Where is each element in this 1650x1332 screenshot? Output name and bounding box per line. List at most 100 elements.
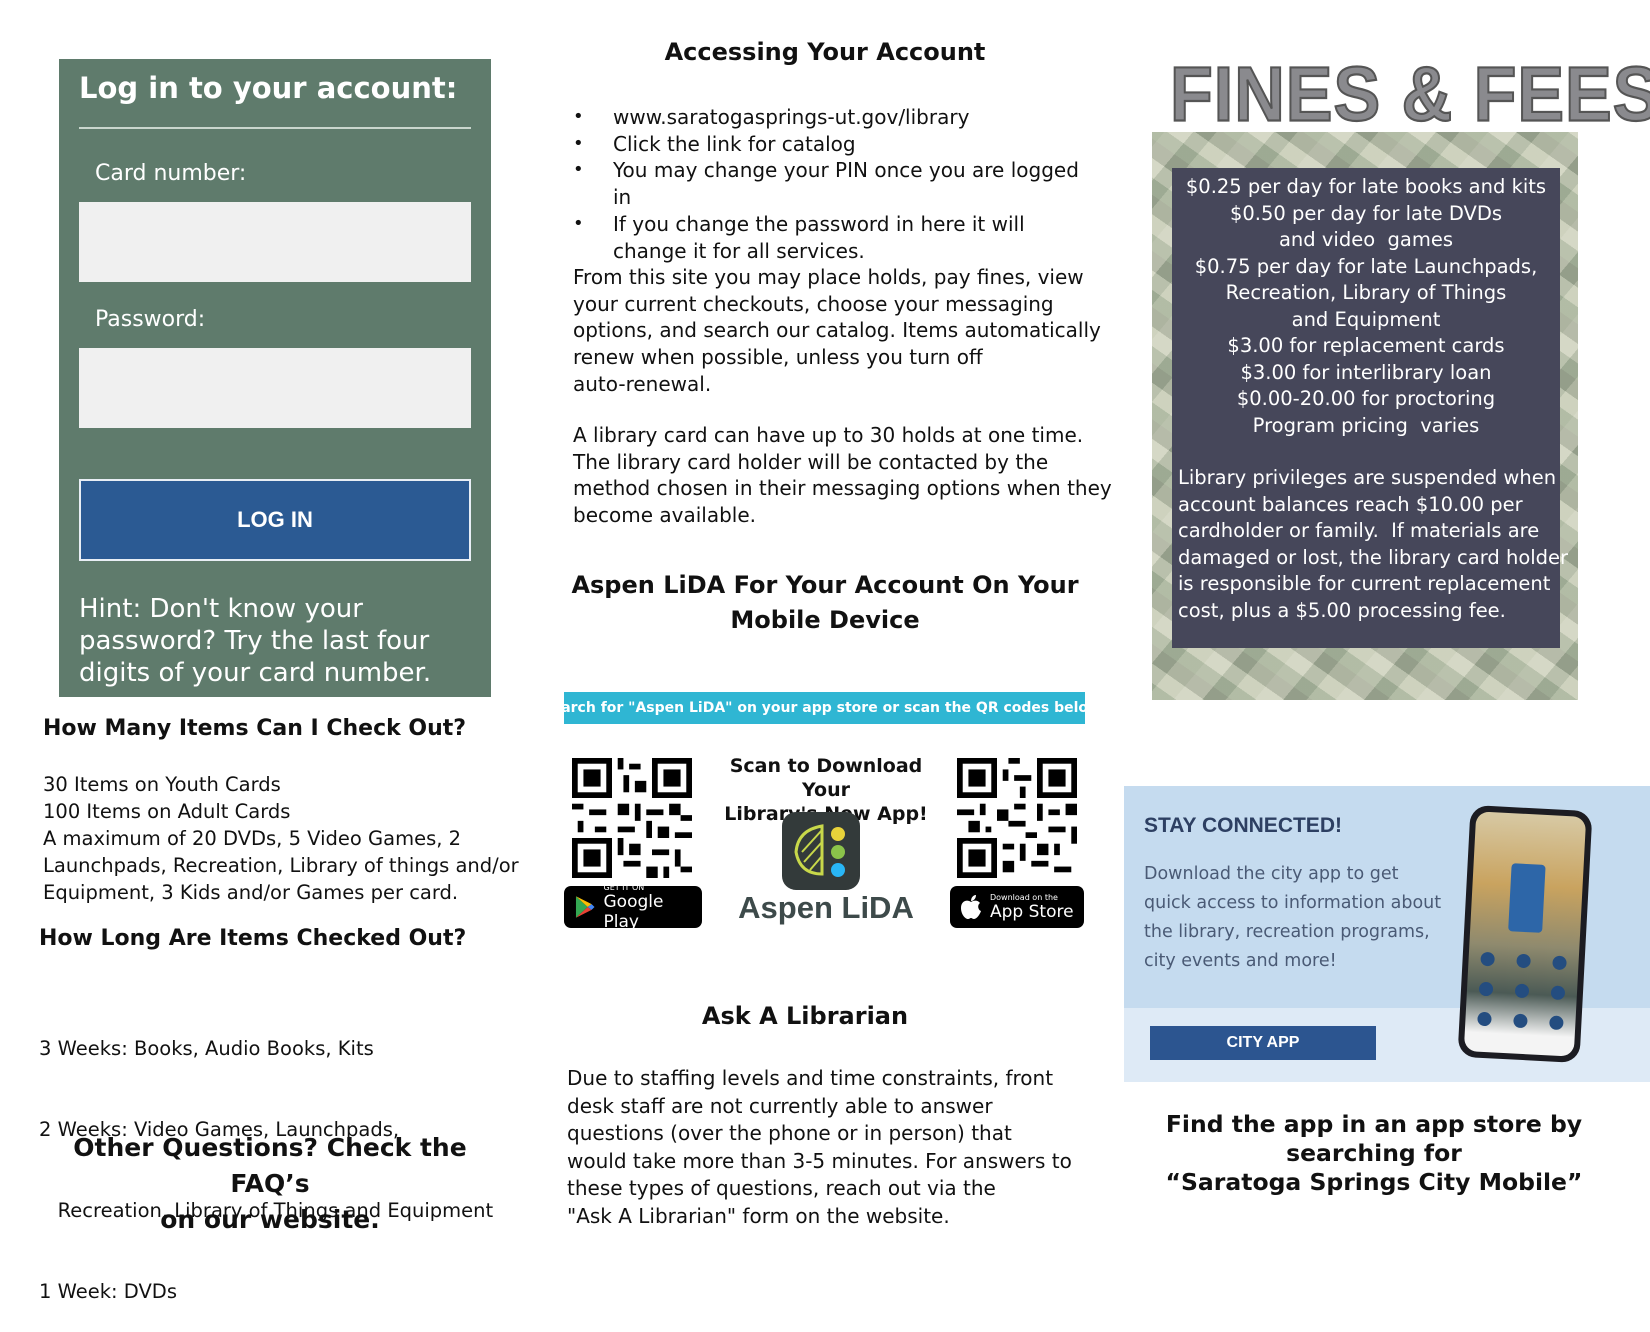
money-background-image: $0.25 per day for late books and kits $0…	[1152, 132, 1578, 700]
text-line: method chosen in their messaging options…	[573, 476, 1112, 501]
list-item: A maximum of 20 DVDs, 5 Video Games, 2	[43, 827, 462, 850]
list-item: 3 Weeks: Books, Audio Books, Kits	[39, 1037, 374, 1060]
fee-line: $0.75 per day for late Launchpads,	[1194, 254, 1538, 278]
text-line: damaged or lost, the library card holder	[1178, 545, 1569, 569]
google-play-badge[interactable]: GET IT ON Google Play	[564, 882, 702, 932]
fines-title: FINES & FEES	[1169, 50, 1650, 138]
qr-code-google[interactable]	[572, 758, 692, 878]
suspension-note: Library privileges are suspended when ac…	[1178, 465, 1569, 624]
app-icon	[1477, 1011, 1492, 1027]
fee-line: $3.00 for interlibrary loan	[1240, 360, 1492, 384]
text-line: renew when possible, unless you turn off	[573, 345, 983, 370]
note-line: “Saratoga Springs City Mobile”	[1165, 1168, 1583, 1196]
list-item: 100 Items on Adult Cards	[43, 800, 291, 823]
account-paragraph: From this site you may place holds, pay …	[573, 264, 1101, 398]
app-icon	[1478, 981, 1494, 997]
text-line: become available.	[573, 503, 757, 528]
list-item: 1 Week: DVDs	[39, 1280, 177, 1303]
app-icon	[1514, 983, 1530, 999]
apple-badge-small: Download on the	[990, 892, 1058, 902]
google-badge-big: Google Play	[603, 891, 664, 932]
city-app-description: Download the city app to get quick acces…	[1144, 860, 1441, 976]
city-app-button[interactable]: CITY APP	[1150, 1026, 1376, 1060]
text-line: the library, recreation programs,	[1144, 922, 1430, 942]
aspen-lida-logo	[782, 812, 860, 890]
stay-connected-heading: STAY CONNECTED!	[1144, 814, 1342, 837]
text-line: The library card holder will be contacte…	[573, 449, 1049, 474]
city-app-card: STAY CONNECTED! Download the city app to…	[1124, 786, 1650, 1082]
apple-badge-big: App Store	[990, 901, 1074, 922]
card-number-field[interactable]	[79, 202, 471, 282]
fee-line: Recreation, Library of Things	[1225, 281, 1507, 304]
login-panel: Log in to your account: Card number: Pas…	[59, 59, 491, 697]
account-heading: Accessing Your Account	[664, 38, 986, 66]
fee-line: $0.50 per day for late DVDs	[1229, 201, 1503, 225]
faq-line: Other Questions? Check the FAQ’s	[73, 1133, 467, 1198]
fee-line: $3.00 for replacement cards	[1227, 334, 1505, 357]
text-line: A library card can have up to 30 holds a…	[573, 423, 1084, 447]
list-item: Equipment, 3 Kids and/or Games per card.	[43, 881, 459, 904]
hint-line: password? Try the last four	[79, 626, 430, 656]
hint-line: digits of your card number.	[79, 658, 432, 688]
card-number-label: Card number:	[95, 161, 247, 186]
hint-line: Hint: Don't know your	[79, 594, 363, 624]
divider	[79, 127, 471, 129]
app-icon	[1480, 951, 1495, 967]
text-line: Due to staffing levels and time constrai…	[567, 1066, 1054, 1090]
text-line: desk staff are not currently able to ans…	[567, 1093, 993, 1118]
leaf-icon	[794, 824, 845, 877]
app-icon	[1513, 1013, 1528, 1029]
login-button[interactable]: LOG IN	[79, 479, 471, 561]
scan-line: Scan to Download Your	[729, 755, 923, 801]
text-line: From this site you may place holds, pay …	[573, 265, 1084, 289]
text-line: "Ask A Librarian" form on the website.	[567, 1203, 950, 1228]
google-badge-small: GET IT ON	[603, 882, 645, 892]
app-icon	[1550, 985, 1566, 1001]
aspen-heading: Aspen LiDA For Your Account On Your Mobi…	[560, 568, 1090, 638]
google-play-icon	[575, 896, 595, 918]
holds-paragraph: A library card can have up to 30 holds a…	[573, 422, 1112, 529]
note-line: Find the app in an app store by	[1165, 1110, 1583, 1138]
app-icon	[1552, 955, 1567, 971]
fee-line: and Equipment	[1291, 307, 1441, 331]
list-item: Click the link for catalog	[573, 131, 1093, 158]
fee-line: $0.00-20.00 for proctoring	[1236, 387, 1496, 410]
list-item: If you change the password in here it wi…	[573, 211, 1073, 264]
fee-line: and video games	[1278, 228, 1454, 251]
librarian-paragraph: Due to staffing levels and time constrai…	[567, 1065, 1087, 1231]
text-line: quick access to information about	[1144, 893, 1442, 913]
list-item: Launchpads, Recreation, Library of thing…	[43, 854, 519, 877]
find-app-note: Find the app in an app store by searchin…	[1134, 1110, 1614, 1197]
login-hint: Hint: Don't know your password? Try the …	[79, 593, 479, 689]
list-item: www.saratogasprings-ut.gov/library	[573, 104, 1093, 131]
login-title: Log in to your account:	[79, 71, 458, 105]
text-line: cost, plus a $5.00 processing fee.	[1178, 598, 1506, 622]
text-line: options, and search our catalog. Items a…	[573, 318, 1101, 343]
list-item: 30 Items on Youth Cards	[43, 773, 281, 796]
phone-image	[1457, 804, 1593, 1064]
checkout-heading: How Many Items Can I Check Out?	[43, 716, 467, 741]
fines-list: $0.25 per day for late books and kits $0…	[1172, 174, 1560, 439]
qr-code-apple[interactable]	[957, 758, 1077, 878]
fee-line: $0.25 per day for late books and kits	[1185, 175, 1547, 198]
apple-icon	[961, 895, 981, 919]
duration-heading: How Long Are Items Checked Out?	[39, 926, 467, 951]
text-line: your current checkouts, choose your mess…	[573, 291, 1054, 316]
app-store-badge[interactable]: Download on the App Store	[950, 886, 1084, 928]
aspen-banner: Search for "Aspen LiDA" on your app stor…	[542, 692, 1107, 724]
heading-line: Mobile Device	[730, 606, 920, 634]
app-icon	[1516, 953, 1531, 969]
text-line: city events and more!	[1144, 951, 1337, 971]
account-bullets: www.saratogasprings-ut.gov/library Click…	[573, 104, 1093, 264]
faq-note: Other Questions? Check the FAQ’s on our …	[30, 1130, 510, 1238]
password-label: Password:	[95, 307, 206, 332]
text-line: would take more than 3-5 minutes. For an…	[567, 1148, 1072, 1173]
aspen-app-name: Aspen LiDA	[738, 890, 914, 925]
text-line: account balances reach $10.00 per	[1178, 492, 1523, 516]
app-icon	[1549, 1015, 1564, 1031]
password-field[interactable]	[79, 348, 471, 428]
text-line: Download the city app to get	[1144, 864, 1399, 884]
text-line: is responsible for current replacement	[1178, 572, 1551, 595]
list-item: You may change your PIN once you are log…	[573, 157, 1093, 210]
text-line: these types of questions, reach out via …	[567, 1176, 996, 1201]
